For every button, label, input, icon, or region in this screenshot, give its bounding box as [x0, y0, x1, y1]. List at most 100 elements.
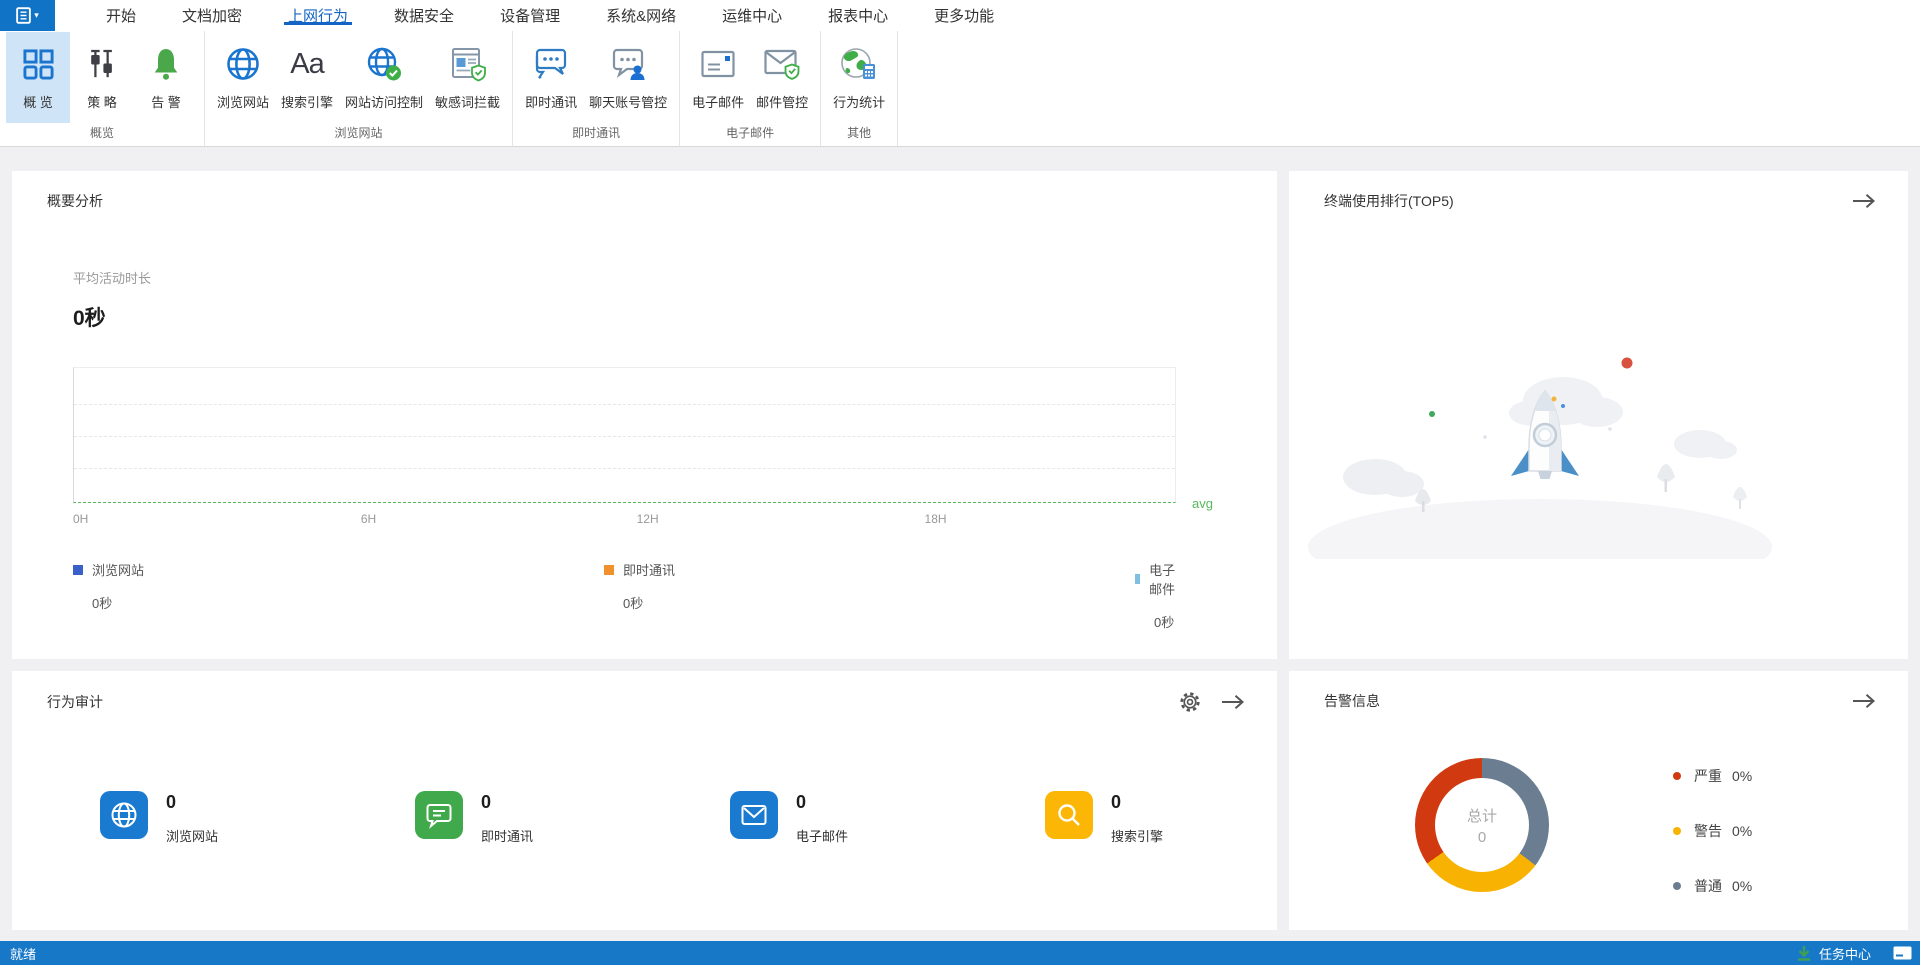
menu-item-start[interactable]: 开始: [83, 0, 159, 31]
donut-total-value: 0: [1478, 829, 1486, 846]
ribbon-group-label: 概览: [2, 123, 202, 146]
chat-bubbles-icon: [531, 46, 571, 82]
donut-center: 总计 0: [1415, 758, 1549, 892]
legend-pct: 0%: [1732, 768, 1752, 784]
globe-check-icon: [365, 46, 403, 82]
x-tick: 18H: [925, 512, 947, 526]
search-icon: [1055, 801, 1083, 829]
caret-down-icon: ▾: [34, 11, 39, 20]
ribbon-btn-search-engine[interactable]: Aa 搜索引擎: [275, 32, 339, 123]
legend-pct: 0%: [1732, 878, 1752, 894]
x-tick: 12H: [637, 512, 659, 526]
globe-icon: [109, 800, 139, 830]
legend-label: 严重: [1694, 766, 1722, 786]
legend-value: 0秒: [92, 593, 144, 612]
stat-im[interactable]: 0 即时通讯: [415, 791, 730, 845]
avg-line-label: avg: [1192, 496, 1213, 511]
dashboard: 概要分析 平均活动时长 0秒 avg 0H 6H 12H 18H 浏览网站: [0, 147, 1920, 941]
ribbon-toolbar: 概 览 策 略: [0, 31, 1920, 147]
ribbon-group-label: 其他: [823, 123, 895, 146]
menu-item-report-center[interactable]: 报表中心: [805, 0, 911, 31]
legend-dot: [1673, 827, 1681, 835]
ribbon-group-browse: 浏览网站 Aa 搜索引擎 网站访问控制: [205, 31, 513, 146]
ribbon-group-label: 电子邮件: [682, 123, 818, 146]
avg-activity-metric: 平均活动时长 0秒: [73, 268, 151, 332]
alarm-legend-critical: 严重 0%: [1673, 766, 1752, 786]
stat-label: 浏览网站: [166, 826, 218, 845]
card-behavior-audit: 行为审计: [12, 671, 1277, 930]
status-text: 就绪: [10, 944, 36, 963]
stat-value: 0: [1111, 792, 1163, 813]
menu-item-more[interactable]: 更多功能: [911, 0, 1017, 31]
ribbon-btn-site-access-control[interactable]: 网站访问控制: [339, 32, 429, 123]
card-terminal-rank: 终端使用排行(TOP5): [1289, 171, 1908, 659]
ribbon-group-label: 即时通讯: [515, 123, 677, 146]
mail-shield-icon: [763, 47, 801, 81]
gridline: [74, 436, 1175, 437]
stat-browse-site[interactable]: 0 浏览网站: [100, 791, 415, 845]
ribbon-btn-policy[interactable]: 策 略: [70, 32, 134, 123]
task-center-link[interactable]: 任务中心: [1819, 944, 1871, 963]
x-tick: 0H: [73, 512, 88, 526]
menu-item-ops-center[interactable]: 运维中心: [699, 0, 805, 31]
menu-item-data-security[interactable]: 数据安全: [371, 0, 477, 31]
ribbon-btn-alert[interactable]: 告 警: [134, 32, 198, 123]
ribbon-btn-overview[interactable]: 概 览: [6, 32, 70, 123]
donut-total-label: 总计: [1467, 805, 1497, 826]
app-window: ▾ 开始 文档加密 上网行为 数据安全 设备管理 系统&网络 运维中心 报表中心…: [0, 0, 1920, 965]
legend-dot: [1673, 772, 1681, 780]
metric-label: 平均活动时长: [73, 268, 151, 287]
main-menu: 开始 文档加密 上网行为 数据安全 设备管理 系统&网络 运维中心 报表中心 更…: [83, 0, 1017, 31]
ribbon-btn-sensitive-word[interactable]: 敏感词拦截: [429, 32, 506, 123]
globe-icon: [225, 46, 261, 82]
card-summary-analysis: 概要分析 平均活动时长 0秒 avg 0H 6H 12H 18H 浏览网站: [12, 171, 1277, 659]
legend-label: 普通: [1694, 876, 1722, 896]
stat-email[interactable]: 0 电子邮件: [730, 791, 1045, 845]
settings-gear-icon[interactable]: [1179, 691, 1201, 713]
x-axis: 0H 6H 12H 18H: [73, 512, 1176, 526]
menu-item-system-network[interactable]: 系统&网络: [583, 0, 699, 31]
ribbon-group-label: 浏览网站: [207, 123, 510, 146]
gridline: [74, 404, 1175, 405]
legend-item-im: 即时通讯 0秒: [604, 560, 675, 612]
sliders-icon: [86, 47, 118, 81]
card-title: 行为审计: [47, 692, 103, 712]
legend-label: 电子邮件: [1149, 560, 1176, 598]
goto-arrow-icon[interactable]: [1852, 193, 1876, 209]
ribbon-btn-browse-site[interactable]: 浏览网站: [211, 32, 275, 123]
ribbon-btn-im[interactable]: 即时通讯: [519, 32, 583, 123]
menu-item-device-mgmt[interactable]: 设备管理: [477, 0, 583, 31]
app-menu-button[interactable]: ▾: [0, 0, 55, 31]
activity-line-chart: avg: [73, 367, 1176, 503]
legend-value: 0秒: [1154, 612, 1176, 631]
menu-item-web-behavior[interactable]: 上网行为: [265, 0, 371, 31]
ribbon-btn-behavior-stats[interactable]: 行为统计: [827, 32, 891, 123]
ribbon-btn-email[interactable]: 电子邮件: [686, 32, 750, 123]
ribbon-btn-mail-control[interactable]: 邮件管控: [750, 32, 814, 123]
legend-item-email: 电子邮件 0秒: [1135, 560, 1176, 631]
legend-swatch: [604, 565, 614, 575]
gridline: [74, 468, 1175, 469]
globe-stats-icon: [840, 46, 878, 82]
goto-arrow-icon[interactable]: [1852, 693, 1876, 709]
legend-value: 0秒: [623, 593, 675, 612]
ribbon-group-overview: 概 览 策 略: [0, 31, 205, 146]
goto-arrow-icon[interactable]: [1221, 694, 1245, 710]
alarm-legend-warning: 警告 0%: [1673, 821, 1752, 841]
monitor-icon[interactable]: [1893, 946, 1912, 960]
download-icon: [1796, 945, 1812, 961]
ribbon-group-im: 即时通讯 聊天账号管控 即时通讯: [513, 31, 680, 146]
legend-swatch: [73, 565, 83, 575]
status-bar: 就绪 任务中心: [0, 941, 1920, 965]
audit-stats: 0 浏览网站 0 即时通讯: [100, 791, 1360, 845]
stat-label: 即时通讯: [481, 826, 533, 845]
card-title: 告警信息: [1324, 691, 1380, 711]
legend-label: 即时通讯: [623, 560, 675, 579]
stat-value: 0: [481, 792, 533, 813]
grid-icon: [22, 48, 55, 81]
mail-card-icon: [700, 49, 736, 79]
menu-item-doc-encrypt[interactable]: 文档加密: [159, 0, 265, 31]
ribbon-group-other: 行为统计 其他: [821, 31, 898, 146]
legend-label: 浏览网站: [92, 560, 144, 579]
ribbon-btn-chat-account[interactable]: 聊天账号管控: [583, 32, 673, 123]
